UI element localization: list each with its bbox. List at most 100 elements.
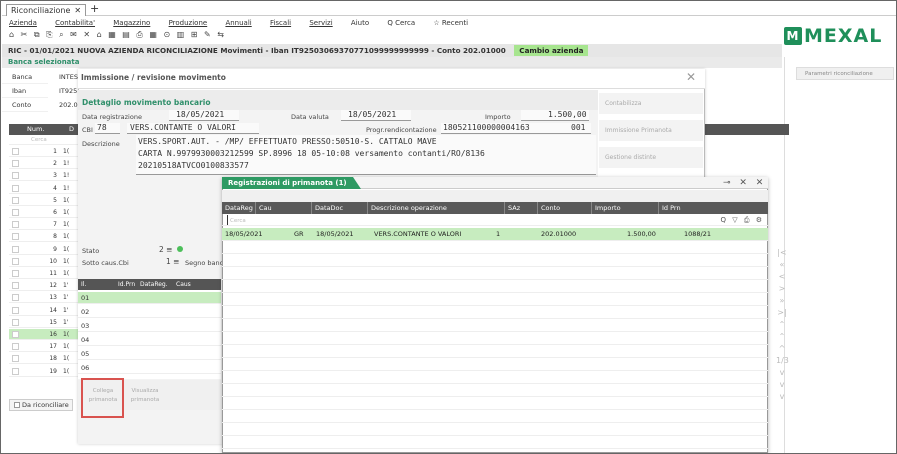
table-row[interactable] (222, 254, 768, 267)
table-row[interactable]: 11 1( (9, 268, 81, 279)
row-checkbox[interactable] (12, 318, 19, 326)
table-row[interactable]: 13 1' (9, 292, 81, 304)
table-row[interactable] (222, 345, 768, 358)
list-item[interactable]: 04 (78, 334, 221, 346)
table-row[interactable] (222, 436, 768, 449)
nav-arrow-icon[interactable]: |< (776, 247, 788, 259)
table-row[interactable]: 5 1( (9, 195, 81, 206)
table-row[interactable]: 9 1( (9, 244, 81, 255)
table-row[interactable]: 14 1' (9, 305, 81, 316)
table-row[interactable] (222, 384, 768, 397)
table-row[interactable] (222, 410, 768, 423)
table-row[interactable]: 3 1! (9, 170, 81, 182)
tab-riconciliazione[interactable]: Riconciliazione ✕ (6, 4, 87, 16)
table-row[interactable] (222, 358, 768, 371)
menu-produzione[interactable]: Produzione (169, 19, 208, 27)
row-checkbox[interactable] (12, 184, 19, 192)
table-row[interactable]: 16 1( (9, 329, 81, 340)
table-row[interactable] (222, 397, 768, 410)
table-row[interactable]: 4 1! (9, 183, 81, 194)
cambio-azienda-button[interactable]: Cambio azienda (514, 45, 589, 56)
nav-arrow-icon[interactable]: < (776, 271, 788, 283)
col-conto[interactable]: Conto (537, 202, 560, 214)
menu-magazzino[interactable]: Magazzino (113, 19, 150, 27)
table-row[interactable]: 18 1( (9, 353, 81, 365)
table-row[interactable] (222, 280, 768, 293)
table-row[interactable] (222, 241, 768, 254)
table-row[interactable] (222, 306, 768, 319)
menu-fiscali[interactable]: Fiscali (270, 19, 291, 27)
col-importo[interactable]: Importo (591, 202, 621, 214)
stato-select[interactable]: 2 ≡ (159, 245, 184, 254)
add-tab-button[interactable]: + (90, 3, 99, 14)
row-checkbox[interactable] (12, 148, 19, 155)
nav-arrow-icon[interactable]: > (776, 283, 788, 295)
col-d[interactable]: D (69, 124, 74, 135)
col-idprn[interactable]: Id.Prn (118, 279, 135, 290)
col-il[interactable]: Il. (81, 279, 86, 290)
row-checkbox[interactable] (12, 257, 19, 265)
movements-search-input[interactable]: Cerca (9, 135, 81, 145)
search-filter-print-settings-icons[interactable]: Q ▽ ⎙ ⚙ (721, 214, 764, 226)
col-datareg[interactable]: DataReg. (140, 279, 168, 290)
col-descrizione[interactable]: Descrizione operazione (367, 202, 447, 214)
row-checkbox[interactable] (12, 160, 19, 168)
contabilizza-button[interactable]: Contabilizza (599, 93, 703, 115)
row-checkbox[interactable] (12, 282, 19, 290)
row-checkbox[interactable] (12, 209, 19, 216)
row-checkbox[interactable] (12, 294, 19, 302)
table-row[interactable]: 8 1( (9, 231, 81, 243)
table-row[interactable]: 10 1( (9, 256, 81, 267)
row-checkbox[interactable] (12, 233, 19, 241)
close-icon[interactable]: ✕ (686, 70, 696, 84)
da-riconciliare-toggle[interactable]: Da riconciliare (9, 399, 73, 411)
menu-annuali[interactable]: Annuali (225, 19, 251, 27)
menu-aiuto[interactable]: Aiuto (351, 19, 369, 27)
nav-arrow-icon[interactable]: » (776, 295, 788, 307)
toolbar-icons[interactable]: ⌂ ✂ ⧉ ⎘ ⌕ ✉ ✕ ⌂ ▦ ▤ ⎙ ▦ ⊙ ▥ ⊞ ✎ ⇆ (9, 30, 226, 40)
menu-recenti[interactable]: ☆ Recenti (433, 19, 468, 27)
nav-arrow-icon[interactable]: « (776, 259, 788, 271)
menu-azienda[interactable]: Azienda (9, 19, 37, 27)
menu-cerca[interactable]: Q Cerca (387, 19, 415, 27)
table-row[interactable] (222, 371, 768, 384)
table-row[interactable]: 15 1' (9, 317, 81, 328)
table-row[interactable]: 6 1( (9, 207, 81, 218)
row-checkbox[interactable] (12, 306, 19, 314)
row-checkbox[interactable] (12, 172, 19, 180)
table-row[interactable]: 17 1( (9, 341, 81, 353)
nav-arrow-icon[interactable]: ⌃ (776, 331, 788, 343)
col-cau[interactable]: Cau (255, 202, 272, 214)
list-item[interactable]: 01 (78, 292, 221, 304)
sotto-caus-select[interactable]: 1 ≡ (166, 257, 179, 266)
table-row[interactable] (222, 423, 768, 436)
table-row[interactable]: 18/05/2021 GR 18/05/2021 VERS.CONTANTE O VA… (222, 228, 768, 241)
nav-arrow-icon[interactable]: v (776, 391, 788, 403)
table-row[interactable] (222, 319, 768, 332)
col-caus[interactable]: Caus (176, 279, 191, 290)
visualizza-primanota-button[interactable]: Visualizza primanota (125, 384, 165, 408)
menu-contabilita[interactable]: Contabilita' (55, 19, 95, 27)
row-checkbox[interactable] (12, 245, 19, 253)
table-row[interactable] (222, 332, 768, 345)
row-checkbox[interactable] (12, 343, 19, 351)
gestione-distinte-button[interactable]: Gestione distinte (599, 147, 703, 169)
col-num[interactable]: Num. (27, 124, 44, 135)
list-item[interactable]: 06 (78, 362, 221, 374)
table-row[interactable] (222, 267, 768, 280)
col-saz[interactable]: SAz (504, 202, 520, 214)
immissione-primanota-button[interactable]: Immissione Primanota (599, 120, 703, 142)
row-checkbox[interactable] (12, 270, 19, 277)
nav-arrow-icon[interactable]: v (776, 367, 788, 379)
list-item[interactable]: 05 (78, 348, 221, 360)
list-item[interactable]: 03 (78, 320, 221, 332)
table-row[interactable]: 12 1' (9, 280, 81, 292)
row-checkbox[interactable] (12, 367, 19, 375)
row-checkbox[interactable] (12, 196, 19, 204)
parametri-riconciliazione-button[interactable]: Parametri riconciliazione (796, 67, 894, 80)
nav-arrow-icon[interactable]: >| (776, 307, 788, 319)
row-checkbox[interactable] (12, 355, 19, 363)
row-checkbox[interactable] (12, 331, 19, 338)
pin-close-icons[interactable]: ⊸ ✕ ✕ (723, 177, 766, 189)
primanota-search-input[interactable]: Cerca (227, 215, 246, 225)
